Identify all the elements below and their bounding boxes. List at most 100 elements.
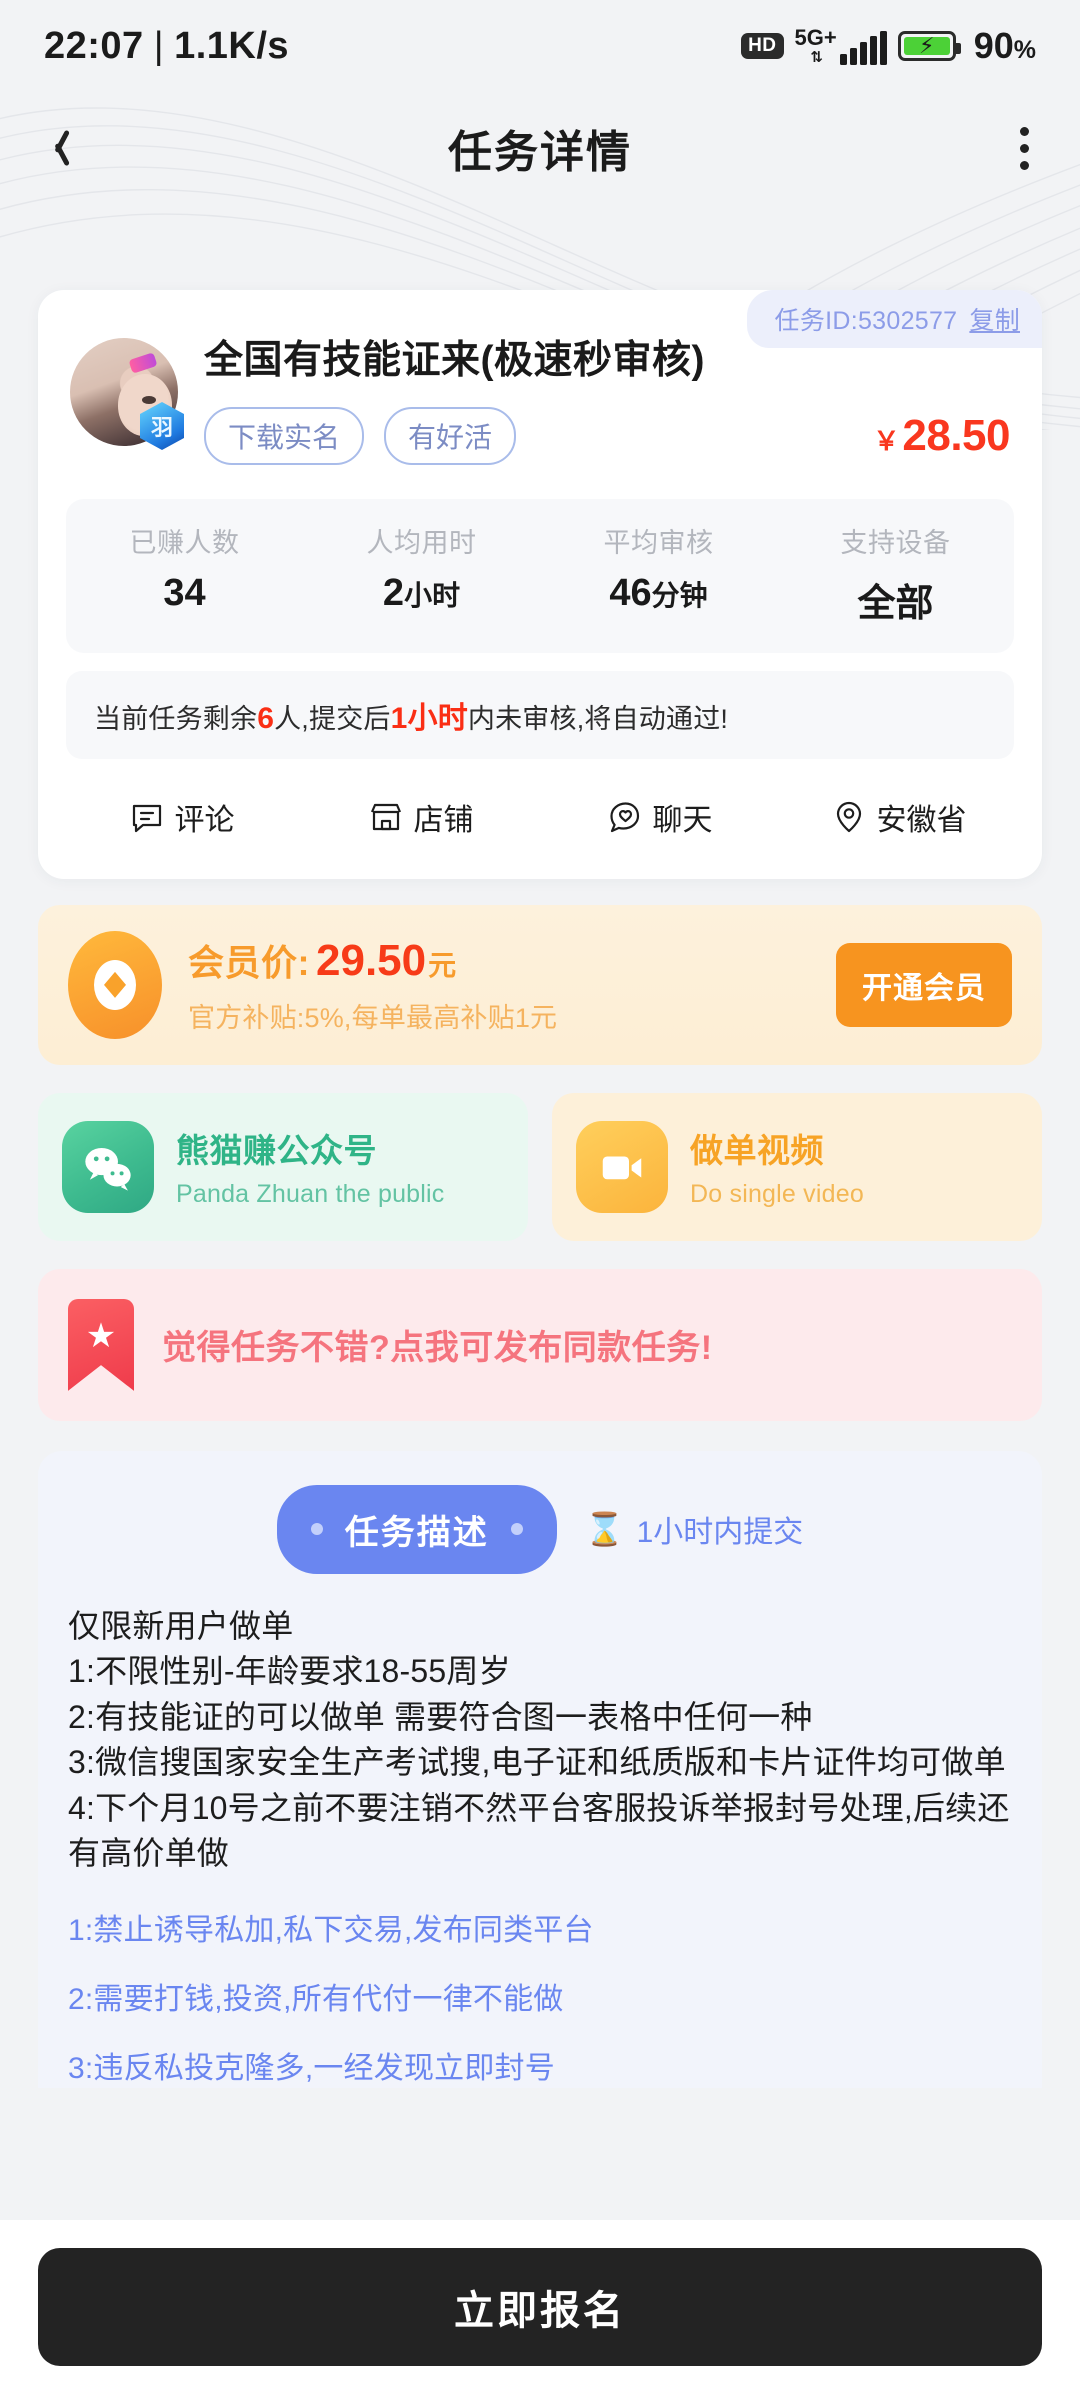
action-location[interactable]: 安徽省	[779, 795, 1018, 839]
comment-icon	[132, 804, 161, 832]
battery-charging-icon: ⚡	[897, 31, 961, 61]
stat-label: 支持设备	[840, 527, 951, 558]
submit-deadline: ⌛ 1小时内提交	[585, 1507, 804, 1551]
rule-item: 3:违反私投克隆多,一经发现立即封号	[68, 2051, 555, 2085]
action-chat[interactable]: 聊天	[540, 795, 779, 839]
signal-bars-icon	[839, 31, 887, 65]
publish-banner-text: 觉得任务不错?点我可发布同款任务!	[162, 1329, 713, 1368]
status-left: 22:07 | 1.1K/s	[44, 25, 289, 68]
location-pin-icon	[836, 801, 861, 832]
tab-label: 任务描述	[344, 1513, 489, 1552]
stat-value: 2小时	[382, 571, 461, 614]
stat-label: 人均用时	[366, 527, 477, 558]
stat-value: 全部	[857, 582, 934, 625]
more-vertical-icon[interactable]	[968, 92, 1080, 204]
status-time: 22:07	[44, 24, 144, 67]
vip-price-line: 会员价: 29.50 元	[188, 934, 836, 986]
page-title: 任务详情	[448, 128, 632, 177]
vip-price-value: 29.50	[316, 936, 427, 986]
currency-symbol: ￥	[873, 425, 900, 456]
hd-badge-icon: HD	[741, 33, 784, 59]
task-stats: 已赚人数 34 人均用时 2小时 平均审核 46分钟 支持设备 全部	[66, 498, 1014, 653]
task-card: 任务ID:5302577 复制 羽 全国有技能证来(极速秒审核) 下载实名 有好…	[38, 290, 1042, 879]
open-membership-button[interactable]: 开通会员	[836, 942, 1012, 1027]
task-notice: 当前任务剩余6人,提交后1小时内未审核,将自动通过!	[66, 670, 1014, 759]
description-lines: 仅限新用户做单 1:不限性别-年龄要求18-55周岁 2:有技能证的可以做单 需…	[68, 1604, 1012, 1877]
wechat-icon	[62, 1120, 154, 1213]
task-tag-row: 下载实名 有好活 ￥ 28.50	[204, 406, 1010, 465]
action-label: 店铺	[413, 803, 474, 837]
notice-auto-pass-time: 1小时	[390, 701, 468, 735]
vip-text-group: 会员价: 29.50 元 官方补贴:5%,每单最高补贴1元	[162, 934, 836, 1035]
network-arrows-icon: ⇅	[810, 49, 823, 66]
vip-subsidy-text: 官方补贴:5%,每单最高补贴1元	[188, 1003, 558, 1034]
task-price: ￥ 28.50	[873, 411, 1010, 461]
hourglass-icon: ⌛	[584, 1511, 625, 1548]
action-comment[interactable]: 评论	[62, 795, 301, 839]
notice-part1: 当前任务剩余	[94, 703, 258, 734]
description-line: 3:微信搜国家安全生产考试搜,电子证和纸质版和卡片证件均可做单	[68, 1744, 1006, 1781]
chat-heart-icon	[609, 802, 639, 832]
action-label: 安徽省	[876, 803, 967, 837]
status-bar: 22:07 | 1.1K/s HD 5G+ ⇅ ⚡ 90%	[0, 0, 1080, 92]
description-rules: 1:禁止诱导私加,私下交易,发布同类平台 2:需要打钱,投资,所有代付一律不能做…	[68, 1911, 1012, 2088]
back-button[interactable]	[0, 92, 112, 204]
stat-label: 已赚人数	[129, 527, 240, 558]
status-right: HD 5G+ ⇅ ⚡ 90%	[741, 25, 1036, 67]
avatar[interactable]: 羽	[70, 338, 184, 450]
app-header: 任务详情	[0, 92, 1080, 204]
bookmark-star-icon: ★	[68, 1298, 134, 1391]
action-label: 评论	[174, 803, 235, 837]
promo-row: 熊猫赚公众号 Panda Zhuan the public 做单视频 Do si…	[38, 1092, 1042, 1241]
task-tag-goodjob[interactable]: 有好活	[384, 406, 517, 465]
task-description-section: 任务描述 ⌛ 1小时内提交 仅限新用户做单 1:不限性别-年龄要求18-55周岁…	[38, 1450, 1042, 2088]
vip-price-banner[interactable]: 会员价: 29.50 元 官方补贴:5%,每单最高补贴1元 开通会员	[38, 904, 1042, 1065]
stat-value: 34	[163, 571, 206, 614]
status-netspeed: 1.1K/s	[174, 24, 290, 67]
promo-subtitle: Panda Zhuan the public	[176, 1180, 445, 1209]
scroll-content: 任务ID:5302577 复制 羽 全国有技能证来(极速秒审核) 下载实名 有好…	[0, 204, 1080, 2118]
promo-text-group: 熊猫赚公众号 Panda Zhuan the public	[154, 1124, 445, 1209]
stat-average-time: 人均用时 2小时	[303, 521, 540, 627]
copy-id-button[interactable]: 复制	[969, 301, 1020, 337]
description-line: 仅限新用户做单	[68, 1607, 294, 1644]
network-5g-icon: 5G+ ⇅	[795, 27, 887, 65]
promo-text-group: 做单视频 Do single video	[668, 1124, 864, 1209]
chevron-left-icon	[45, 128, 67, 168]
description-line: 1:不限性别-年龄要求18-55周岁	[68, 1653, 511, 1690]
action-shop[interactable]: 店铺	[301, 795, 540, 839]
vip-price-label: 会员价:	[188, 942, 310, 984]
rule-item: 1:禁止诱导私加,私下交易,发布同类平台	[68, 1913, 594, 1947]
notice-remaining-count: 6	[257, 701, 275, 735]
task-action-row: 评论 店铺 聊天 安徽省	[38, 759, 1042, 865]
video-camera-icon	[576, 1120, 668, 1213]
stat-supported-devices: 支持设备 全部	[777, 521, 1014, 627]
task-id-label: 任务ID:5302577	[774, 307, 958, 335]
promo-wechat-official[interactable]: 熊猫赚公众号 Panda Zhuan the public	[38, 1092, 528, 1241]
notice-part3: 内未审核,将自动通过!	[467, 703, 729, 734]
stat-average-review: 平均审核 46分钟	[540, 521, 777, 627]
promo-tutorial-video[interactable]: 做单视频 Do single video	[552, 1092, 1042, 1241]
description-header: 任务描述 ⌛ 1小时内提交	[68, 1484, 1012, 1574]
task-tag-download[interactable]: 下载实名	[204, 406, 365, 465]
price-amount: 28.50	[902, 410, 1010, 460]
battery-percent-label: 90%	[973, 25, 1036, 66]
rule-item: 2:需要打钱,投资,所有代付一律不能做	[68, 1982, 564, 2016]
stat-earned-count: 已赚人数 34	[66, 521, 303, 627]
network-type-label: 5G+	[794, 25, 837, 50]
stat-label: 平均审核	[603, 527, 714, 558]
status-divider: |	[153, 24, 165, 67]
task-card-info: 全国有技能证来(极速秒审核) 下载实名 有好活 ￥ 28.50	[178, 338, 1010, 465]
description-line: 4:下个月10号之前不要注销不然平台客服投诉举报封号处理,后续还有高价单做	[68, 1789, 1010, 1872]
bottom-bar: 立即报名	[0, 2220, 1080, 2400]
task-id-badge[interactable]: 任务ID:5302577 复制	[746, 290, 1042, 348]
publish-same-task-banner[interactable]: ★ 觉得任务不错?点我可发布同款任务!	[38, 1268, 1042, 1421]
signup-now-button[interactable]: 立即报名	[38, 2248, 1042, 2366]
tab-task-description[interactable]: 任务描述	[276, 1484, 557, 1574]
shop-icon	[370, 803, 401, 830]
vip-price-unit: 元	[428, 950, 457, 982]
stat-value: 46分钟	[609, 571, 708, 614]
coin-icon	[68, 930, 162, 1039]
promo-title: 熊猫赚公众号	[176, 1132, 377, 1170]
deadline-label: 1小时内提交	[636, 1516, 804, 1550]
